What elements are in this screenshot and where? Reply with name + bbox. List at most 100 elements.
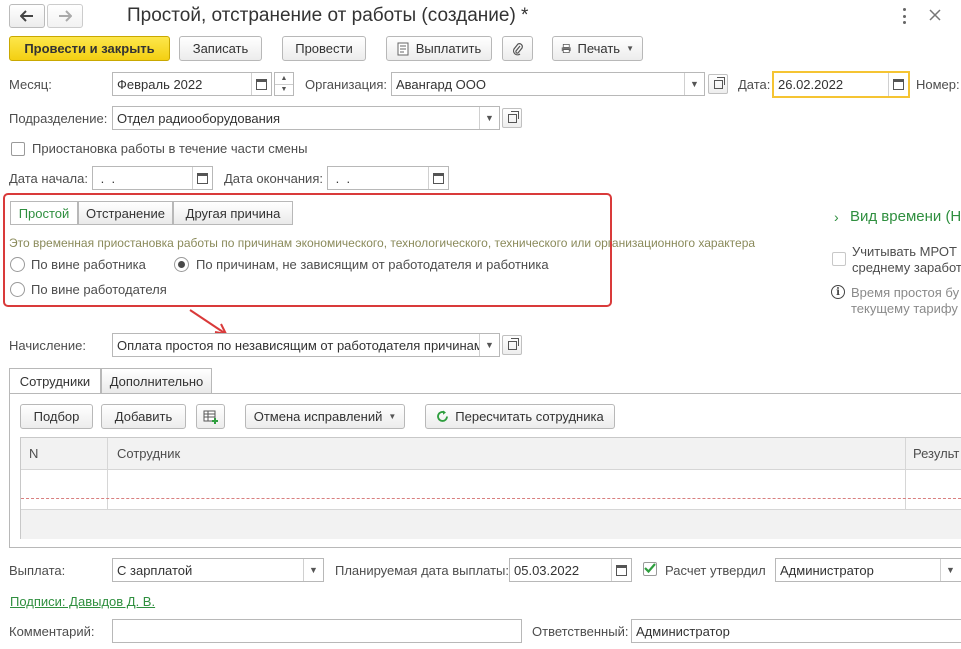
mrot-checkbox[interactable] bbox=[832, 252, 846, 266]
back-button[interactable] bbox=[9, 4, 45, 28]
printer-icon bbox=[561, 44, 571, 53]
organization-value: Авангард ООО bbox=[396, 76, 486, 92]
tab-downtime[interactable]: Простой bbox=[10, 201, 78, 225]
column-n-header[interactable]: N bbox=[29, 446, 38, 461]
open-link-icon bbox=[507, 110, 519, 123]
add-button[interactable]: Добавить bbox=[101, 404, 186, 429]
dropdown-arrow-icon[interactable]: ▼ bbox=[303, 559, 323, 581]
table-footer bbox=[21, 509, 961, 539]
more-menu-icon[interactable] bbox=[898, 8, 910, 24]
signatures-link[interactable]: Подписи: Давыдов Д. В. bbox=[10, 594, 155, 609]
arrow-right-icon bbox=[59, 10, 72, 22]
end-date-label: Дата окончания: bbox=[224, 171, 323, 186]
time-type-chevron-icon[interactable]: › bbox=[834, 209, 839, 225]
department-label: Подразделение: bbox=[9, 111, 108, 126]
table-row-placeholder bbox=[21, 498, 961, 499]
stepper-up-icon[interactable]: ▲ bbox=[275, 73, 293, 85]
dropdown-arrow-icon[interactable]: ▼ bbox=[479, 334, 499, 356]
payment-field[interactable]: С зарплатой ▼ bbox=[112, 558, 324, 582]
month-field[interactable]: Февраль 2022 bbox=[112, 72, 272, 96]
calendar-icon[interactable] bbox=[428, 167, 448, 189]
radio-independent-reasons[interactable] bbox=[174, 257, 189, 272]
date-value: 26.02.2022 bbox=[778, 77, 844, 92]
cancel-corrections-label: Отмена исправлений bbox=[253, 409, 383, 424]
organization-field[interactable]: Авангард ООО ▼ bbox=[391, 72, 705, 96]
payment-value: С зарплатой bbox=[117, 562, 193, 578]
column-employee-header[interactable]: Сотрудник bbox=[117, 446, 180, 461]
tab-other-reason[interactable]: Другая причина bbox=[173, 201, 293, 225]
radio-employer-fault-label: По вине работодателя bbox=[31, 282, 167, 297]
radio-employer-fault[interactable] bbox=[10, 282, 25, 297]
start-date-field[interactable]: . . bbox=[92, 166, 213, 190]
planned-date-value: 05.03.2022 bbox=[514, 562, 580, 578]
comment-input[interactable] bbox=[112, 619, 522, 643]
approved-by-value: Администратор bbox=[780, 562, 874, 578]
dropdown-arrow-icon[interactable]: ▼ bbox=[479, 107, 499, 129]
pick-button[interactable]: Подбор bbox=[20, 404, 93, 429]
column-result-header[interactable]: Результ bbox=[913, 446, 959, 461]
tab-additional[interactable]: Дополнительно bbox=[101, 368, 212, 394]
number-label: Номер: bbox=[916, 77, 960, 92]
planned-date-field[interactable]: 05.03.2022 bbox=[509, 558, 632, 582]
calendar-icon[interactable] bbox=[888, 73, 908, 96]
recalculate-employee-button[interactable]: Пересчитать сотрудника bbox=[425, 404, 615, 429]
dropdown-arrow-icon[interactable]: ▼ bbox=[940, 559, 960, 581]
document-pay-icon bbox=[397, 42, 409, 55]
mrot-label-line2: среднему заработ bbox=[852, 260, 961, 275]
info-icon: i bbox=[831, 285, 845, 299]
arrow-left-icon bbox=[20, 10, 33, 22]
stepper-down-icon[interactable]: ▼ bbox=[275, 85, 293, 96]
pay-button[interactable]: Выплатить bbox=[386, 36, 492, 61]
dropdown-arrow-icon[interactable]: ▼ bbox=[684, 73, 704, 95]
open-organization-button[interactable] bbox=[708, 74, 728, 94]
post-and-close-button[interactable]: Провести и закрыть bbox=[9, 36, 170, 61]
accrual-field[interactable]: Оплата простоя по независящим от работод… bbox=[112, 333, 500, 357]
refresh-icon bbox=[437, 410, 449, 422]
calendar-icon[interactable] bbox=[611, 559, 631, 581]
responsible-label: Ответственный: bbox=[532, 624, 629, 639]
table-settings-button[interactable] bbox=[196, 404, 225, 429]
chevron-down-icon: ▼ bbox=[388, 412, 397, 421]
department-value: Отдел радиооборудования bbox=[117, 110, 281, 126]
forward-button[interactable] bbox=[47, 4, 83, 28]
responsible-field[interactable]: Администратор bbox=[631, 619, 961, 643]
radio-employee-fault[interactable] bbox=[10, 257, 25, 272]
close-icon[interactable] bbox=[926, 6, 944, 24]
employees-table[interactable]: N Сотрудник Результ bbox=[20, 437, 961, 539]
tab-employees[interactable]: Сотрудники bbox=[9, 368, 101, 394]
table-add-icon bbox=[203, 410, 218, 424]
partial-shift-checkbox[interactable] bbox=[11, 142, 25, 156]
calendar-icon[interactable] bbox=[192, 167, 212, 189]
info-text-line2: текущему тарифу bbox=[851, 301, 958, 316]
end-date-field[interactable]: . . bbox=[327, 166, 449, 190]
tab-suspension[interactable]: Отстранение bbox=[78, 201, 173, 225]
chevron-down-icon: ▼ bbox=[626, 44, 634, 53]
open-link-icon bbox=[507, 337, 519, 350]
open-department-button[interactable] bbox=[502, 108, 522, 128]
print-button[interactable]: Печать ▼ bbox=[552, 36, 643, 61]
reason-description: Это временная приостановка работы по при… bbox=[9, 236, 756, 250]
paperclip-icon bbox=[512, 42, 523, 55]
checkmark-icon bbox=[644, 563, 656, 574]
time-type-heading[interactable]: Вид времени (Н bbox=[850, 208, 961, 225]
post-button[interactable]: Провести bbox=[282, 36, 366, 61]
organization-label: Организация: bbox=[305, 77, 388, 92]
department-field[interactable]: Отдел радиооборудования ▼ bbox=[112, 106, 500, 130]
open-accrual-button[interactable] bbox=[502, 335, 522, 355]
comment-label: Комментарий: bbox=[9, 624, 95, 639]
month-stepper[interactable]: ▲ ▼ bbox=[274, 72, 294, 96]
window-title: Простой, отстранение от работы (создание… bbox=[127, 5, 529, 26]
payment-label: Выплата: bbox=[9, 563, 66, 578]
accrual-value: Оплата простоя по независящим от работод… bbox=[117, 337, 481, 353]
save-button[interactable]: Записать bbox=[179, 36, 262, 61]
approved-by-field[interactable]: Администратор ▼ bbox=[775, 558, 961, 582]
month-label: Месяц: bbox=[9, 77, 52, 92]
attach-button[interactable] bbox=[502, 36, 533, 61]
accrual-label: Начисление: bbox=[9, 338, 86, 353]
recalculate-employee-label: Пересчитать сотрудника bbox=[455, 409, 604, 424]
approved-checkbox[interactable] bbox=[643, 562, 657, 576]
start-date-value: . . bbox=[97, 170, 116, 186]
cancel-corrections-button[interactable]: Отмена исправлений ▼ bbox=[245, 404, 405, 429]
calendar-icon[interactable] bbox=[251, 73, 271, 95]
date-field[interactable]: 26.02.2022 bbox=[772, 71, 910, 98]
